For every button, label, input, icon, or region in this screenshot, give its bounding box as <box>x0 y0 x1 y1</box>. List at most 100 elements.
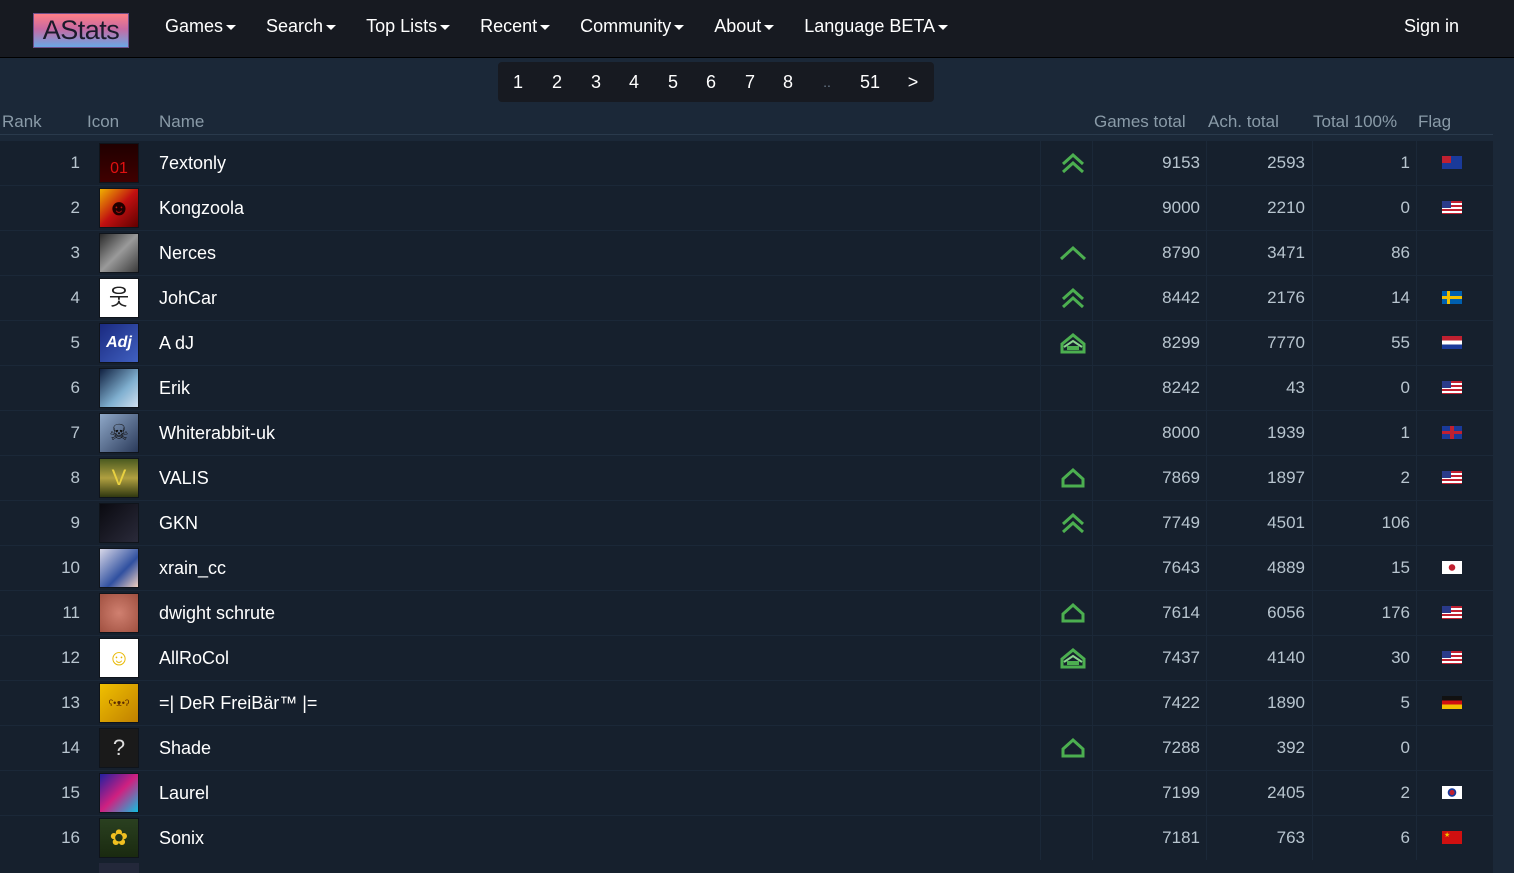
avatar-cell[interactable]: 01 <box>99 143 139 183</box>
table-row[interactable]: 7 ☠ Whiterabbit-uk 8000 1939 1 <box>0 411 1493 456</box>
avatar[interactable] <box>99 368 139 408</box>
user-name-link[interactable]: VALIS <box>159 456 209 500</box>
level-empty <box>1055 546 1091 590</box>
avatar-cell[interactable]: ☠ <box>99 413 139 453</box>
avatar[interactable]: 웃 <box>99 278 139 318</box>
page-link-51[interactable]: 51 <box>850 62 890 102</box>
header-games-total[interactable]: Games total <box>1094 112 1186 132</box>
avatar[interactable]: ʕ•ᴥ•ʔ <box>99 683 139 723</box>
table-row[interactable]: 16 ✿ Sonix 7181 763 6 ★ <box>0 816 1493 861</box>
avatar[interactable]: 01 <box>99 143 139 183</box>
user-name-link[interactable]: Kongzoola <box>159 186 244 230</box>
column-divider <box>1040 141 1041 185</box>
table-row[interactable]: 10 xrain_cc 7643 4889 15 <box>0 546 1493 591</box>
avatar-cell[interactable]: ʕ•ᴥ•ʔ <box>99 683 139 723</box>
table-row[interactable]: 5 Adj A dJ 8299 7770 55 <box>0 321 1493 366</box>
user-name-link[interactable]: Erik <box>159 366 190 410</box>
avatar-cell[interactable] <box>99 548 139 588</box>
user-name-link[interactable]: AllRoCol <box>159 636 229 680</box>
user-name-link[interactable]: Sonix <box>159 816 204 860</box>
nav-about-label: About <box>714 15 762 36</box>
rank-value: 13 <box>61 693 80 712</box>
nav-about[interactable]: About <box>699 0 789 52</box>
sign-in-link[interactable]: Sign in <box>1404 0 1459 52</box>
column-divider <box>1040 366 1041 410</box>
table-row[interactable]: 12 ☺ AllRoCol 7437 4140 30 <box>0 636 1493 681</box>
user-name-link[interactable]: Shade <box>159 726 211 770</box>
avatar-cell[interactable] <box>99 503 139 543</box>
avatar-cell[interactable] <box>99 368 139 408</box>
table-row[interactable]: 6 Erik 8242 43 0 <box>0 366 1493 411</box>
page-link-7[interactable]: 7 <box>735 62 765 102</box>
avatar-cell[interactable]: 웃 <box>99 278 139 318</box>
user-name-link[interactable]: Whiterabbit-uk <box>159 411 275 455</box>
user-name-link[interactable]: Nerces <box>159 231 216 275</box>
avatar[interactable]: V <box>99 458 139 498</box>
avatar[interactable]: ☺ <box>99 638 139 678</box>
next-page-button[interactable]: > <box>898 62 928 102</box>
avatar-cell[interactable]: Adj <box>99 323 139 363</box>
column-divider <box>1416 726 1417 770</box>
nav-community[interactable]: Community <box>565 0 699 52</box>
nav-games[interactable]: Games <box>150 0 251 52</box>
table-row[interactable]: 14? Shade 7288 392 0 <box>0 726 1493 771</box>
astats-logo[interactable]: AStats <box>33 13 129 48</box>
header-name[interactable]: Name <box>159 112 204 132</box>
avatar-cell[interactable] <box>99 773 139 813</box>
avatar[interactable]: ☠ <box>99 413 139 453</box>
double-chevron-level-icon <box>1055 276 1091 320</box>
page-link-1[interactable]: 1 <box>503 62 533 102</box>
table-row[interactable]: 1 01 7extonly 9153 2593 1 <box>0 141 1493 186</box>
nav-top-lists[interactable]: Top Lists <box>351 0 465 52</box>
page-link-6[interactable]: 6 <box>696 62 726 102</box>
avatar[interactable] <box>99 593 139 633</box>
page-link-3[interactable]: 3 <box>581 62 611 102</box>
avatar-cell[interactable]: ☻ <box>99 188 139 228</box>
header-total-100[interactable]: Total 100% <box>1313 112 1397 132</box>
avatar-cell[interactable]: ✿ <box>99 818 139 858</box>
page-link-4[interactable]: 4 <box>619 62 649 102</box>
user-name-link[interactable]: 7extonly <box>159 141 226 185</box>
avatar-cell[interactable]: ☺ <box>99 638 139 678</box>
user-name-link[interactable]: =| DeR FreiBär™ |= <box>159 681 317 725</box>
user-name-link[interactable]: Laurel <box>159 771 209 815</box>
column-divider <box>1416 771 1417 815</box>
avatar-cell[interactable] <box>99 233 139 273</box>
column-divider <box>1092 276 1093 320</box>
user-name-link[interactable]: xrain_cc <box>159 546 226 590</box>
table-row[interactable]: 13 ʕ•ᴥ•ʔ =| DeR FreiBär™ |= 7422 1890 5 <box>0 681 1493 726</box>
user-name-link[interactable]: JohCar <box>159 276 217 320</box>
page-link-5[interactable]: 5 <box>658 62 688 102</box>
page-link-2[interactable]: 2 <box>542 62 572 102</box>
table-row[interactable]: 2 ☻ Kongzoola 9000 2210 0 <box>0 186 1493 231</box>
nav-search[interactable]: Search <box>251 0 351 52</box>
table-row[interactable]: 9 GKN 7749 4501 106 <box>0 501 1493 546</box>
avatar[interactable] <box>99 548 139 588</box>
header-ach-total[interactable]: Ach. total <box>1208 112 1279 132</box>
ach-total-value: 43 <box>1286 378 1305 397</box>
nav-recent[interactable]: Recent <box>465 0 565 52</box>
user-name-link[interactable]: GKN <box>159 501 198 545</box>
header-rank[interactable]: Rank <box>2 112 42 132</box>
avatar[interactable]: Adj <box>99 323 139 363</box>
table-row[interactable]: 15 Laurel 7199 2405 2 <box>0 771 1493 816</box>
avatar[interactable]: ? <box>99 728 139 768</box>
table-row[interactable]: 3 Nerces 8790 3471 86 <box>0 231 1493 276</box>
avatar[interactable] <box>99 503 139 543</box>
rank-value: 4 <box>70 288 80 307</box>
nav-language[interactable]: Language BETA <box>789 0 963 52</box>
page-link-8[interactable]: 8 <box>773 62 803 102</box>
avatar[interactable] <box>99 233 139 273</box>
table-row[interactable]: 8 V VALIS 7869 1897 2 <box>0 456 1493 501</box>
avatar[interactable] <box>99 773 139 813</box>
avatar-cell[interactable]: ? <box>99 728 139 768</box>
avatar-cell[interactable] <box>99 593 139 633</box>
avatar[interactable]: ☻ <box>99 188 139 228</box>
avatar[interactable]: ✿ <box>99 818 139 858</box>
table-row[interactable]: 11 dwight schrute 7614 6056 176 <box>0 591 1493 636</box>
user-name-link[interactable]: A dJ <box>159 321 194 365</box>
user-name-link[interactable]: dwight schrute <box>159 591 275 635</box>
avatar-cell[interactable]: V <box>99 458 139 498</box>
column-divider <box>1416 681 1417 725</box>
table-row[interactable]: 4 웃 JohCar 8442 2176 14 <box>0 276 1493 321</box>
